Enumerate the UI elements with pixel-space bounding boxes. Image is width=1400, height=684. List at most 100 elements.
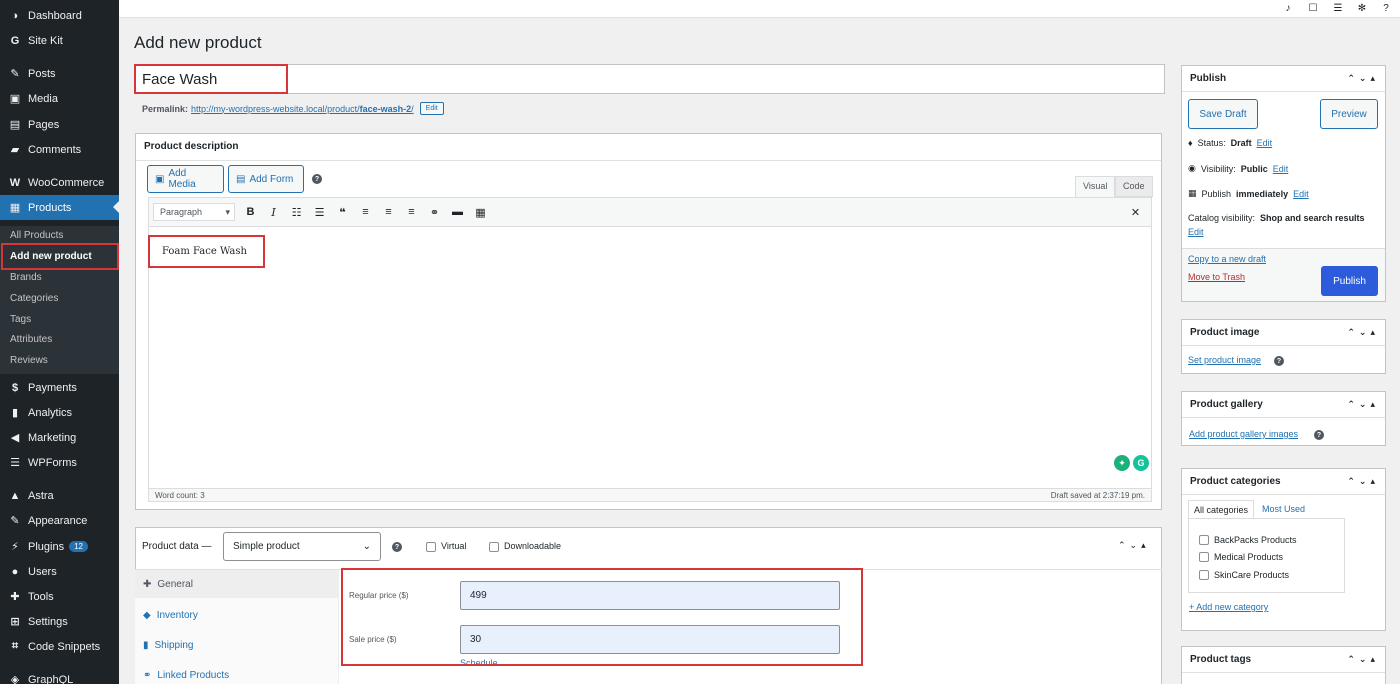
menu-wpforms[interactable]: ☰ WPForms [0, 450, 119, 475]
checkbox-box[interactable] [1199, 552, 1209, 562]
chat-icon[interactable]: ☐ [1306, 1, 1320, 15]
fullscreen-icon[interactable]: ✕ [1128, 205, 1143, 220]
menu-astra[interactable]: ▲ Astra [0, 483, 119, 508]
publish-button[interactable]: Publish [1321, 266, 1378, 296]
submenu-attributes[interactable]: Attributes [10, 334, 52, 345]
tab-code[interactable]: Code [1115, 176, 1153, 197]
box-controls[interactable]: ⌃⌄▴ [1347, 327, 1379, 338]
link-icon[interactable]: ⚭ [427, 205, 442, 220]
help-icon[interactable]: ? [392, 542, 402, 552]
submenu-brands[interactable]: Brands [10, 272, 42, 283]
product-title-input[interactable]: Face Wash [134, 64, 1165, 94]
menu-analytics[interactable]: ▮ Analytics [0, 400, 119, 425]
checkbox-box[interactable] [426, 541, 436, 552]
product-type-select[interactable]: Simple product ⌄ [223, 532, 381, 561]
set-product-image-link[interactable]: Set product image [1188, 355, 1261, 365]
product-data-controls[interactable]: ⌃⌄▴ [1118, 540, 1150, 551]
tab-most-used[interactable]: Most Used [1254, 500, 1310, 519]
category-item[interactable]: Medical Products [1199, 552, 1283, 562]
align-right-icon[interactable]: ≡ [404, 205, 419, 220]
italic-icon[interactable]: I [266, 205, 281, 220]
publish-date-edit-link[interactable]: Edit [1293, 189, 1309, 199]
box-controls[interactable]: ⌃⌄▴ [1347, 399, 1379, 410]
checkbox-box[interactable] [489, 541, 499, 552]
bell-icon[interactable]: ♪ [1281, 1, 1295, 15]
category-item[interactable]: BackPacks Products [1199, 535, 1297, 545]
align-left-icon[interactable]: ≡ [358, 205, 373, 220]
lightbulb-icon[interactable]: ✦ [1114, 455, 1130, 471]
box-controls[interactable]: ⌃⌄▴ [1347, 476, 1379, 487]
add-form-button[interactable]: ▤ Add Form [228, 165, 304, 193]
menu-products[interactable]: ▦ Products [0, 195, 119, 220]
tab-visual[interactable]: Visual [1075, 176, 1116, 197]
status-edit-link[interactable]: Edit [1257, 138, 1273, 148]
tab-shipping[interactable]: ▮ Shipping [135, 631, 339, 659]
box-controls[interactable]: ⌃⌄▴ [1347, 654, 1379, 665]
menu-pages[interactable]: ▤ Pages [0, 112, 119, 137]
downloadable-checkbox[interactable]: Downloadable [489, 541, 561, 552]
grammarly-icon[interactable]: G [1133, 455, 1149, 471]
menu-payments[interactable]: $ Payments [0, 375, 119, 400]
menu-media[interactable]: ▣ Media [0, 86, 119, 111]
menu-posts[interactable]: ✎ Posts [0, 61, 119, 86]
menu-tools[interactable]: ✚ Tools [0, 584, 119, 609]
help-icon[interactable]: ? [1274, 356, 1284, 366]
bold-icon[interactable]: B [243, 205, 258, 220]
virtual-checkbox[interactable]: Virtual [426, 541, 466, 552]
preview-button[interactable]: Preview [1320, 99, 1378, 129]
checkbox-box[interactable] [1199, 570, 1209, 580]
help-icon[interactable]: ? [312, 174, 322, 184]
menu-marketing[interactable]: ◀ Marketing [0, 425, 119, 450]
publish-date-row: ▦ Publish immediately Edit [1188, 188, 1309, 199]
copy-draft-link[interactable]: Copy to a new draft [1188, 254, 1266, 264]
tab-inventory[interactable]: ◆ Inventory [135, 601, 339, 629]
menu-settings[interactable]: ⊞ Settings [0, 609, 119, 634]
menu-site-kit[interactable]: G Site Kit [0, 28, 119, 53]
numbered-list-icon[interactable]: ☰ [312, 205, 327, 220]
submenu-tags[interactable]: Tags [10, 314, 31, 325]
menu-dashboard[interactable]: ◑ Dashboard [0, 3, 119, 28]
submenu-categories[interactable]: Categories [10, 293, 58, 304]
box-controls[interactable]: ⌃⌄▴ [1347, 73, 1379, 84]
truck-icon: ▮ [143, 639, 149, 651]
tab-linked-products[interactable]: ⚭ Linked Products [135, 661, 339, 684]
toolbar-toggle-icon[interactable]: ▦ [473, 205, 488, 220]
submenu-reviews[interactable]: Reviews [10, 355, 48, 366]
menu-plugins[interactable]: ⚡ Plugins 12 [0, 534, 119, 559]
gear-icon[interactable]: ✻ [1355, 1, 1369, 15]
calendar-icon: ▦ [1188, 188, 1197, 198]
permalink-edit-button[interactable]: Edit [419, 102, 444, 115]
list-icon[interactable]: ☰ [1331, 1, 1345, 15]
permalink-link[interactable]: http://my-wordpress-website.local/produc… [191, 104, 414, 114]
menu-code-snippets[interactable]: ⌗ Code Snippets [0, 634, 119, 659]
bullet-list-icon[interactable]: ☷ [289, 205, 304, 220]
admin-sidebar: ◑ Dashboard G Site Kit ✎ Posts ▣ Media ▤ Page… [0, 0, 119, 684]
visibility-edit-link[interactable]: Edit [1273, 164, 1289, 174]
help-circle-icon[interactable]: ? [1379, 1, 1393, 15]
menu-graphql[interactable]: ◈ GraphQL [0, 667, 119, 684]
products-icon: ▦ [9, 202, 21, 214]
save-draft-button[interactable]: Save Draft [1188, 99, 1258, 129]
tab-general[interactable]: ✚ General [135, 570, 339, 598]
product-image-box: Product image ⌃⌄▴ [1181, 319, 1386, 374]
add-gallery-images-link[interactable]: Add product gallery images [1189, 429, 1298, 439]
blockquote-icon[interactable]: ❝ [335, 205, 350, 220]
read-more-icon[interactable]: ▬ [450, 205, 465, 220]
editor-content-area[interactable] [148, 227, 1152, 488]
menu-users[interactable]: ● Users [0, 559, 119, 584]
format-select[interactable]: Paragraph ▾ [153, 203, 235, 221]
category-item[interactable]: SkinCare Products [1199, 570, 1289, 580]
help-icon[interactable]: ? [1314, 430, 1324, 440]
checkbox-box[interactable] [1199, 535, 1209, 545]
menu-comments[interactable]: ▰ Comments [0, 137, 119, 162]
menu-woocommerce[interactable]: W WooCommerce [0, 170, 119, 195]
submenu-all-products[interactable]: All Products [10, 230, 63, 241]
add-new-category-link[interactable]: + Add new category [1189, 602, 1268, 612]
add-media-button[interactable]: ▣ Add Media [147, 165, 224, 193]
wrench-icon: ✚ [143, 578, 152, 590]
tab-all-categories[interactable]: All categories [1188, 500, 1255, 519]
menu-appearance[interactable]: ✎ Appearance [0, 508, 119, 533]
align-center-icon[interactable]: ≡ [381, 205, 396, 220]
catalog-visibility-edit-link[interactable]: Edit [1188, 227, 1204, 237]
move-to-trash-link[interactable]: Move to Trash [1188, 272, 1245, 282]
